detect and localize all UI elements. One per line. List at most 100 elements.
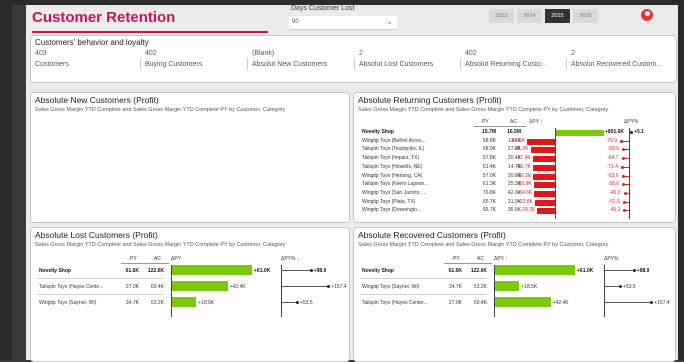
year-button-2014[interactable]: 2014: [517, 9, 542, 23]
pct-label: +5.1: [634, 129, 644, 135]
kpi-buying-label: Buying Customers: [145, 61, 203, 68]
row-label: Tailspin Toys (Impact, TX): [362, 155, 420, 162]
row-py: 76.8K: [482, 189, 496, 196]
delta-label: +61.0K: [577, 268, 594, 274]
header-separator: [121, 263, 169, 264]
pct-dot: [296, 301, 300, 304]
row-separator: [37, 294, 163, 295]
delta-label: -36.2K: [516, 172, 532, 179]
delta-label: -34.6K: [517, 189, 533, 196]
row-py: 34.7K: [448, 284, 462, 290]
pct-dot: [630, 131, 634, 134]
delta-bar: [172, 297, 197, 307]
kpi-separator: [354, 58, 355, 70]
delta-bar: [495, 281, 520, 291]
pct-dot: [620, 139, 623, 143]
row-py: 34.7K: [125, 300, 139, 306]
pct-dot: [650, 301, 654, 304]
page-title: Customer Retention: [32, 9, 176, 26]
kpi-returning-label: Absolut Returning Custo...: [465, 61, 547, 68]
delta-label: -29.7K: [520, 207, 536, 214]
returning-customers-panel: Absolute Returning Customers (Profit) Sa…: [353, 92, 676, 223]
panel-subtitle: Sales Gross Margin YTD Complete and Sale…: [358, 242, 609, 248]
delta-bar: [495, 265, 575, 275]
row-ac: 53.2K: [473, 284, 487, 290]
kpi-separator: [566, 58, 567, 70]
pct-label: -64.7: [607, 155, 619, 162]
days-lost-dropdown[interactable]: 90 ⌄: [289, 16, 397, 30]
pct-label: +53.5: [300, 300, 313, 306]
delta-axis: [555, 128, 556, 219]
behavior-panel: Customers' behavior and loyalty 403 Cust…: [30, 35, 677, 83]
kpi-separator: [247, 58, 248, 70]
chevron-down-icon: ⌄: [386, 17, 393, 26]
row-label: Tailspin Toys (Hayes Cente...: [39, 284, 104, 290]
delta-bar: [527, 138, 555, 145]
report-canvas: Customer Retention Days Customer Lost 90…: [26, 5, 678, 362]
row-label: Wingtip Toys (Sayner, WI): [362, 284, 420, 290]
pct-stem: [604, 270, 634, 271]
row-label: Wingtip Toys (Bethel Acres...: [362, 137, 426, 144]
pct-label: +98.9: [636, 268, 650, 274]
header-separator: [474, 126, 526, 127]
row-ac: 53.2K: [150, 300, 164, 306]
dpy-pct-header: ΔPY% ↓: [281, 256, 300, 262]
row-label: Wingtip Toys (Downingto...: [362, 207, 422, 214]
delta-label: +61.0K: [254, 268, 271, 274]
row-py: 61.3K: [482, 181, 496, 188]
kpi-customers-value: 403: [35, 50, 47, 57]
pct-dot: [632, 269, 636, 272]
delta-bar: [534, 199, 555, 206]
pct-axis: [604, 265, 605, 317]
delta-bar: [495, 297, 551, 307]
pct-dot: [619, 285, 623, 288]
row-py: 27.0K: [125, 284, 139, 290]
kpi-separator: [460, 58, 461, 70]
pct-label: -45.0: [609, 189, 621, 196]
delta-bar: [172, 265, 252, 275]
pct-dot: [621, 174, 625, 178]
kpi-recovered-value: 2: [571, 50, 575, 57]
delta-label: -36.7K: [516, 163, 532, 170]
panel-title: Absolute Recovered Customers (Profit): [358, 230, 506, 240]
title-underline: [32, 31, 268, 33]
year-button-2016[interactable]: 2016: [573, 9, 598, 23]
pct-dot: [620, 165, 624, 169]
delta-label: +18.5K: [521, 284, 538, 290]
row-py: 61.6K: [125, 268, 139, 274]
slicer-label: Days Customer Lost: [291, 5, 355, 12]
row-ac: 69.4K: [150, 284, 164, 290]
row-py: 65.7K: [482, 198, 496, 205]
row-ac: 122.6K: [470, 268, 487, 274]
delta-label: +42.4K: [229, 284, 246, 290]
kpi-customers-label: Customers: [35, 61, 69, 68]
pct-stem: [281, 270, 311, 271]
pct-stem: [281, 286, 329, 287]
pct-axis: [629, 128, 630, 219]
pct-label: -79.9: [605, 137, 617, 144]
slicer-value: 90: [292, 19, 299, 25]
pct-label: -58.6: [607, 181, 620, 188]
row-py: 57.8K: [482, 155, 496, 162]
dpy-pct-header: ΔPY%: [624, 119, 639, 125]
pct-label: -51.5: [608, 198, 620, 205]
panel-title: Absolute Lost Customers (Profit): [35, 230, 158, 240]
delta-label: +42.4K: [552, 300, 569, 306]
kpi-recovered-label: Absolut Recovered Custom...: [571, 61, 663, 68]
year-button-2013[interactable]: 2013: [489, 9, 514, 23]
row-label: Novelty Shop: [362, 268, 394, 274]
delta-label: +18.5K: [198, 300, 215, 306]
delta-label: -33.8K: [518, 198, 533, 205]
row-separator: [37, 278, 163, 279]
new-customers-panel: Absolute New Customers (Profit) Sales Gr…: [30, 92, 350, 223]
row-py: 57.0K: [482, 172, 496, 179]
delta-label: -35.9K: [516, 181, 532, 188]
row-separator: [360, 294, 486, 295]
py-header: PY: [453, 256, 460, 262]
pct-dot: [623, 191, 627, 195]
panel-subtitle: Sales Gross Margin YTD Complete and Sale…: [358, 107, 609, 113]
ac-header: AC: [477, 256, 484, 262]
row-label: Novelty Shop: [39, 268, 71, 274]
panel-title: Absolute New Customers (Profit): [35, 95, 159, 105]
year-button-2015[interactable]: 2015: [545, 9, 570, 23]
